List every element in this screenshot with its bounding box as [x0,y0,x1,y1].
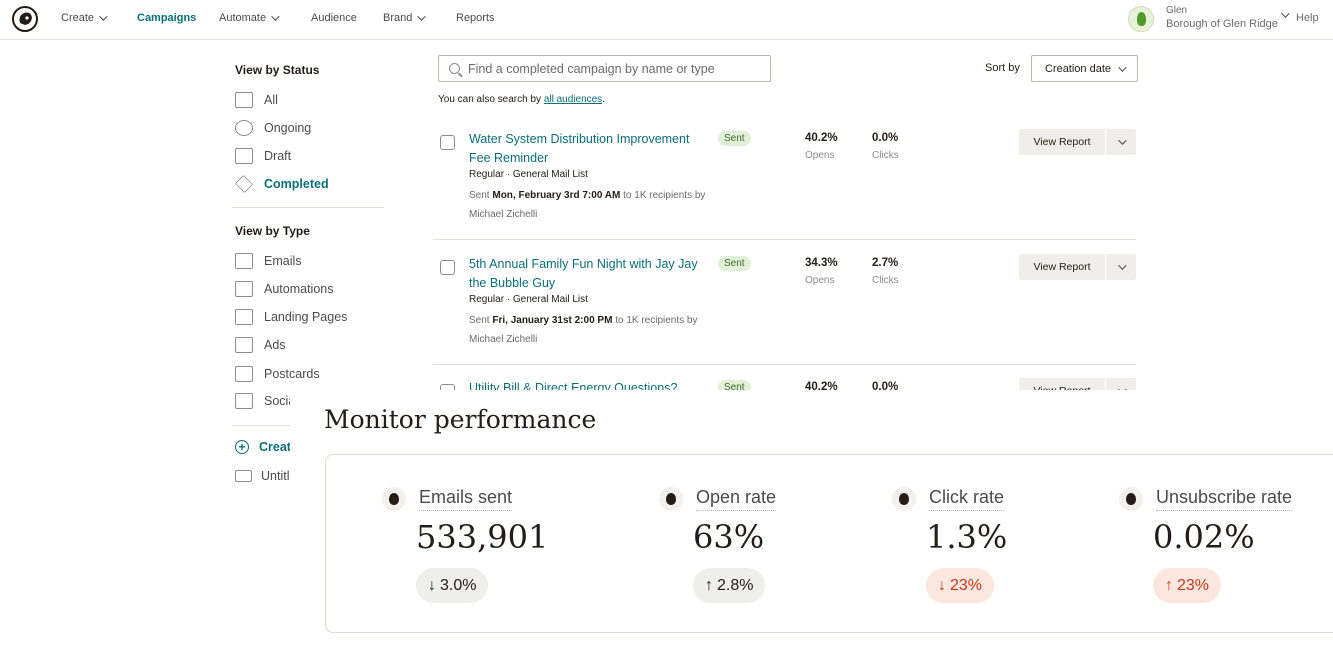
campaign-sent-info: Sent Fri, January 31st 2:00 PM to 1K rec… [469,315,698,345]
arrow-up-icon: ↑ [1165,576,1173,594]
sidebar-item-completed[interactable]: Completed [234,174,329,194]
account-chevron-icon[interactable] [1281,9,1290,18]
chevron-down-icon [1118,62,1127,72]
sidebar-item-social[interactable]: Socia [235,393,295,409]
opens-value: 40.2% [805,132,838,144]
opens-label: Opens [805,150,835,161]
view-report-button[interactable]: View Report [1019,129,1136,155]
view-report-button[interactable]: View Report [1019,254,1136,280]
report-menu-toggle[interactable] [1106,261,1136,270]
email-icon [235,253,253,269]
help-link[interactable]: Help [1296,12,1319,24]
check-diamond-icon [234,174,254,194]
metric-change-badge: ↓ 23% [926,568,995,603]
user-name[interactable]: Glen [1166,5,1187,16]
create-folder-button[interactable]: + Creat [235,440,291,454]
chevron-down-icon [271,12,280,21]
envelope-open-icon [235,92,253,108]
sort-label: Sort by [985,62,1020,74]
report-menu-toggle[interactable] [1106,136,1136,145]
sidebar-item-all[interactable]: All [235,92,278,108]
row-divider [433,364,1136,365]
nav-audience[interactable]: Audience [311,12,357,24]
top-navigation: Create Campaigns Automate Audience Brand… [0,0,1333,40]
mailchimp-logo-icon [1119,487,1143,511]
metric-change-badge: ↓ 3.0% [416,568,489,603]
folder-item-untitled[interactable]: Untitl [235,469,289,483]
chevron-down-icon [1118,136,1127,145]
campaign-title[interactable]: Water System Distribution Improvement Fe… [469,130,714,168]
sidebar-item-automations[interactable]: Automations [235,281,333,297]
nav-reports[interactable]: Reports [456,12,495,24]
clicks-label: Clicks [872,275,899,286]
type-heading: View by Type [235,224,310,238]
row-divider [433,239,1136,240]
sidebar-item-ads[interactable]: Ads [235,337,286,353]
nav-brand[interactable]: Brand [383,12,427,24]
metric-label: Open rate [696,487,777,511]
status-badge: Sent [718,131,751,146]
campaign-title[interactable]: 5th Annual Family Fun Night with Jay Jay… [469,255,714,293]
sidebar-item-landing-pages[interactable]: Landing Pages [235,309,347,325]
metric-value: 1.3% [926,518,1008,556]
user-avatar[interactable] [1128,6,1154,32]
metric-label: Emails sent [419,487,513,511]
metric-change-badge: ↑ 23% [1153,568,1222,603]
ads-icon [235,337,253,353]
sidebar-item-postcards[interactable]: Postcards [235,366,320,382]
nav-create[interactable]: Create [61,12,108,24]
email-campaign-icon [440,260,455,275]
campaign-meta: Regular · General Mail List [469,169,588,180]
chevron-down-icon [1118,261,1127,270]
mailchimp-logo-icon[interactable] [12,6,38,32]
postcard-icon [235,366,253,382]
chevron-down-icon [99,12,108,21]
nav-campaigns[interactable]: Campaigns [137,12,196,24]
search-icon [449,63,460,74]
sort-select[interactable]: Creation date [1031,55,1138,82]
plus-circle-icon: + [235,440,249,454]
all-audiences-link[interactable]: all audiences [544,94,602,105]
status-heading: View by Status [235,63,320,77]
email-campaign-icon [440,135,455,150]
opens-label: Opens [805,275,835,286]
sidebar-item-ongoing[interactable]: Ongoing [235,120,311,136]
arrow-down-icon: ↓ [428,576,436,594]
campaign-sent-info: Sent Mon, February 3rd 7:00 AM to 1K rec… [469,190,706,220]
metric-label: Unsubscribe rate [1156,487,1293,511]
metric-value: 63% [693,518,765,556]
search-hint: You can also search by all audiences. [438,94,605,105]
campaign-meta: Regular · General Mail List [469,294,588,305]
status-badge: Sent [718,256,751,271]
folder-icon [235,470,252,482]
chevron-down-icon [417,12,427,21]
arrow-down-icon: ↓ [938,576,946,594]
automation-icon [235,281,253,297]
infinity-icon [235,120,253,136]
clicks-label: Clicks [872,150,899,161]
search-input[interactable] [468,61,758,76]
social-icon [235,393,253,409]
nav-automate[interactable]: Automate [219,12,280,24]
sidebar-divider [232,207,384,208]
sidebar-item-emails[interactable]: Emails [235,253,302,269]
campaign-search[interactable] [438,55,771,82]
arrow-up-icon: ↑ [705,576,713,594]
draft-icon [235,148,253,164]
opens-value: 34.3% [805,257,838,269]
clicks-value: 0.0% [872,132,899,144]
sidebar-item-draft[interactable]: Draft [235,148,291,164]
metrics-card: Emails sent 533,901 ↓ 3.0% Open rate 63% … [325,454,1333,633]
metric-label: Click rate [929,487,1005,511]
mailchimp-logo-icon [892,487,916,511]
metric-value: 0.02% [1153,518,1255,556]
mailchimp-logo-icon [382,487,406,511]
metric-change-badge: ↑ 2.8% [693,568,766,603]
clicks-value: 2.7% [872,257,899,269]
mailchimp-logo-icon [659,487,683,511]
landing-page-icon [235,309,253,325]
user-org[interactable]: Borough of Glen Ridge [1166,18,1278,30]
metric-value: 533,901 [416,518,549,556]
monitor-title: Monitor performance [324,405,605,434]
